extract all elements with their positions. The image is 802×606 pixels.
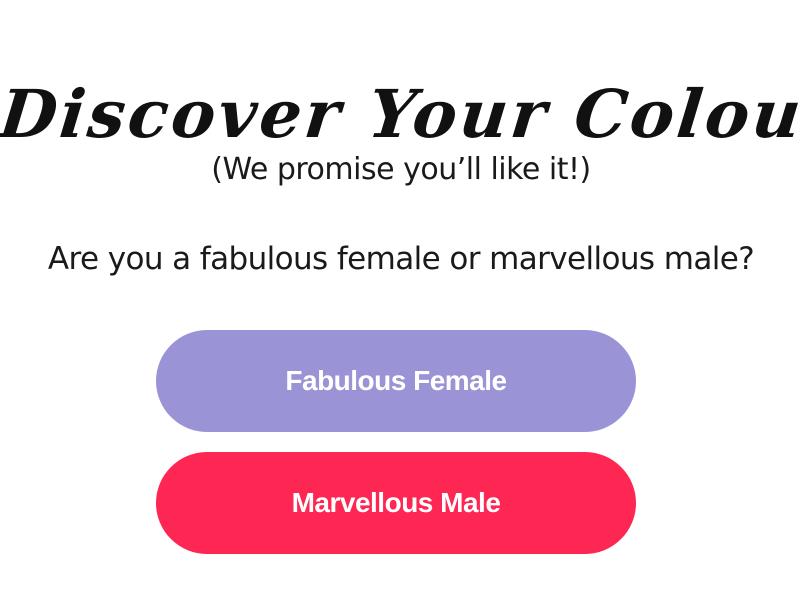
gender-question: Are you a fabulous female or marvellous … bbox=[47, 241, 755, 277]
page-subtitle: (We promise you’ll like it!) bbox=[211, 152, 591, 187]
page: Discover Your Colour (We promise you’ll … bbox=[0, 0, 802, 606]
fabulous-female-button[interactable]: Fabulous Female bbox=[156, 330, 636, 432]
marvellous-male-button[interactable]: Marvellous Male bbox=[156, 452, 636, 554]
